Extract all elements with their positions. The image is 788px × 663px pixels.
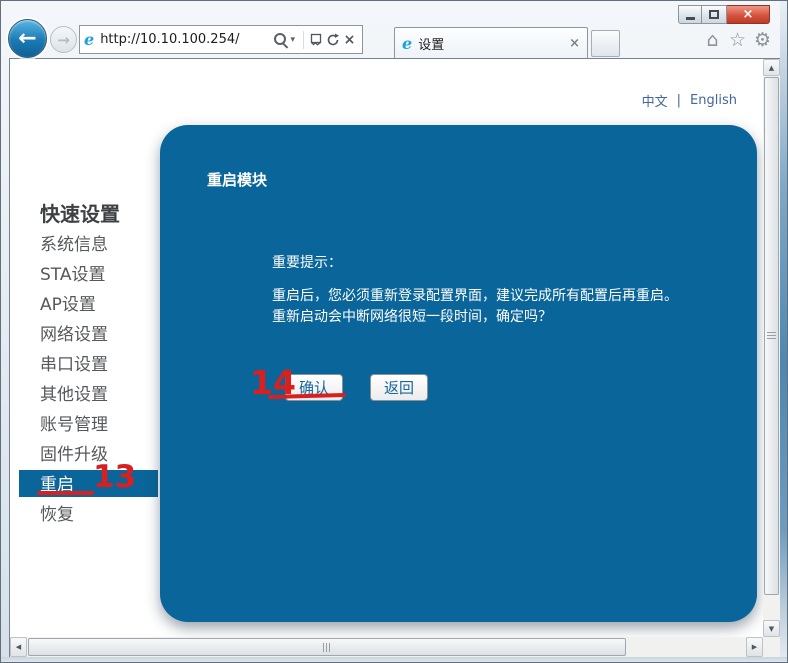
return-button[interactable]: 返回 (370, 374, 428, 401)
close-button[interactable]: × (727, 5, 770, 24)
close-icon: × (743, 7, 754, 22)
sidebar-item-network-settings[interactable]: 网络设置 (10, 320, 160, 350)
stop-icon[interactable]: × (341, 31, 358, 48)
address-divider (303, 31, 304, 49)
horizontal-scrollbar: ◀ ▶ (10, 637, 763, 657)
maximize-icon (709, 10, 719, 19)
vertical-scrollbar: ▲ ▼ (763, 59, 780, 637)
compatibility-view-icon[interactable] (307, 31, 324, 48)
window-border-bottom (1, 657, 788, 663)
refresh-icon[interactable] (324, 31, 341, 48)
sidebar-item-quick-setup[interactable]: 快速设置 (10, 201, 160, 230)
tab-favicon: e (402, 34, 412, 53)
sidebar-item-restore[interactable]: 恢复 (10, 500, 160, 530)
minimize-icon (686, 17, 695, 20)
gear-icon[interactable]: ⚙ (750, 29, 775, 51)
sidebar-item-system-info[interactable]: 系统信息 (10, 230, 160, 260)
annotation-underline-restart (37, 491, 94, 495)
sidebar-item-firmware-upgrade[interactable]: 固件升级 (10, 440, 160, 470)
browser-window: × ← → e http://10.10.100.254/ ▾ × e 设置 × (0, 0, 788, 663)
address-bar[interactable]: e http://10.10.100.254/ ▾ × (79, 25, 363, 54)
favorites-star-icon[interactable]: ☆ (725, 29, 750, 51)
scrollbar-corner (763, 637, 780, 657)
page-viewport: 中文 | English 快速设置 系统信息 STA设置 AP设置 网络设置 串… (10, 59, 763, 637)
window-controls: × (678, 5, 770, 24)
sidebar-item-ap-settings[interactable]: AP设置 (10, 290, 160, 320)
sidebar-item-restart[interactable]: 重启 (10, 470, 160, 500)
new-tab-button[interactable] (591, 30, 620, 57)
notice-message-line2: 重新启动会中断网络很短一段时间，确定吗？ (272, 307, 747, 328)
sidebar-item-serial-settings[interactable]: 串口设置 (10, 350, 160, 380)
language-separator: | (677, 93, 681, 108)
minimize-button[interactable] (678, 5, 702, 24)
toolbar-icons: ⌂ ☆ ⚙ (700, 29, 775, 51)
back-icon: ← (18, 26, 36, 51)
scroll-up-icon[interactable]: ▲ (763, 59, 780, 76)
notice-message: 重启后，您必须重新登录配置界面，建议完成所有配置后再重启。 重新启动会中断网络很… (272, 286, 747, 328)
tab-close-icon[interactable]: × (569, 36, 580, 51)
search-dropdown-icon[interactable]: ▾ (290, 35, 295, 45)
scroll-down-icon[interactable]: ▼ (763, 620, 780, 637)
language-link-english[interactable]: English (690, 93, 737, 108)
forward-icon: → (57, 31, 70, 49)
content-frame: 中文 | English 快速设置 系统信息 STA设置 AP设置 网络设置 串… (9, 58, 781, 658)
panel-title: 重启模块 (207, 169, 267, 190)
url-text: http://10.10.100.254/ (100, 32, 273, 47)
tab-title: 设置 (418, 34, 569, 53)
annotation-step-13: 13 (93, 462, 136, 493)
scrollbar-grip (323, 643, 331, 652)
horizontal-scrollbar-thumb[interactable] (28, 638, 626, 656)
scroll-left-icon[interactable]: ◀ (10, 637, 27, 657)
tab-settings[interactable]: e 设置 × (394, 27, 588, 58)
notice-message-line1: 重启后，您必须重新登录配置界面，建议完成所有配置后再重启。 (272, 286, 747, 307)
notice-label: 重要提示： (272, 252, 342, 272)
vertical-scrollbar-thumb[interactable] (764, 77, 779, 595)
scroll-right-icon[interactable]: ▶ (746, 637, 763, 657)
back-button[interactable]: ← (8, 19, 47, 58)
ie-favicon: e (84, 30, 94, 49)
forward-button[interactable]: → (50, 26, 77, 53)
sidebar-item-other-settings[interactable]: 其他设置 (10, 380, 160, 410)
sidebar-item-account-mgmt[interactable]: 账号管理 (10, 410, 160, 440)
home-icon[interactable]: ⌂ (700, 29, 725, 51)
window-border-right (780, 1, 788, 663)
scrollbar-grip (767, 332, 776, 340)
search-icon[interactable] (273, 32, 288, 47)
sidebar-item-sta-settings[interactable]: STA设置 (10, 260, 160, 290)
language-switch: 中文 | English (642, 91, 737, 110)
sidebar-nav: 快速设置 系统信息 STA设置 AP设置 网络设置 串口设置 其他设置 账号管理… (10, 201, 160, 530)
language-link-chinese[interactable]: 中文 (642, 91, 668, 110)
maximize-button[interactable] (702, 5, 727, 24)
